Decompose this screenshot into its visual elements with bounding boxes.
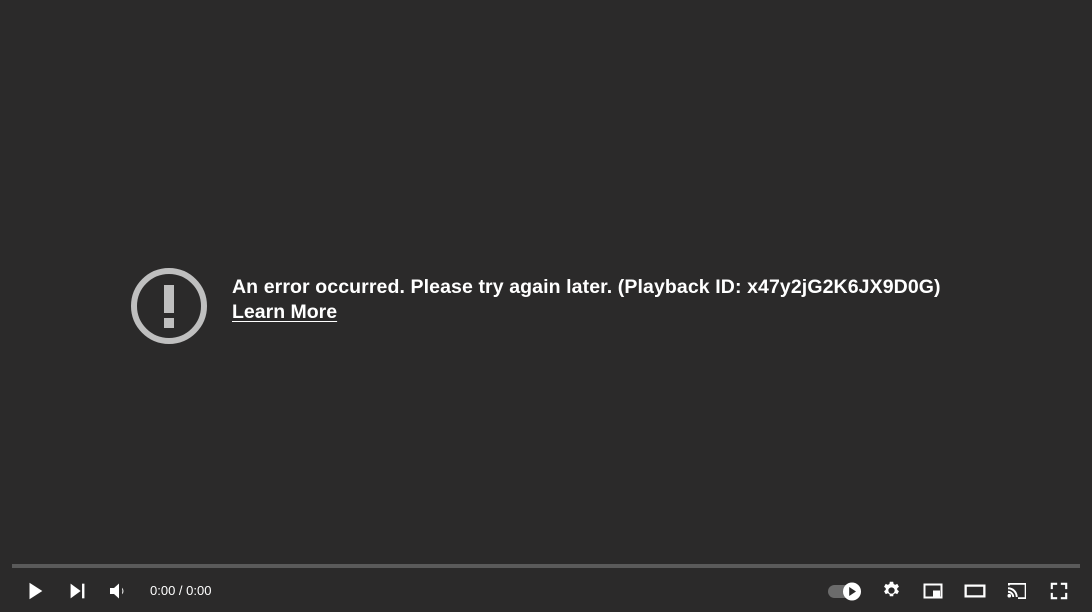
fullscreen-icon <box>1050 582 1068 599</box>
progress-track <box>12 564 1080 568</box>
miniplayer-icon <box>923 583 943 598</box>
volume-icon <box>110 583 124 598</box>
player-controls: 0:00 / 0:00 <box>0 564 1092 612</box>
next-track-icon <box>70 583 85 598</box>
control-buttons-row: 0:00 / 0:00 <box>0 569 1092 612</box>
theater-icon <box>964 584 986 597</box>
theater-mode-button[interactable] <box>954 569 996 612</box>
error-text-container: An error occurred. Please try again late… <box>232 265 941 324</box>
video-player: An error occurred. Please try again late… <box>0 0 1092 612</box>
cast-icon <box>1007 582 1026 599</box>
left-controls: 0:00 / 0:00 <box>0 569 217 612</box>
time-display: 0:00 / 0:00 <box>150 583 212 598</box>
play-icon <box>29 582 43 599</box>
error-exclamation-icon <box>128 265 210 347</box>
right-controls <box>818 569 1092 612</box>
error-overlay: An error occurred. Please try again late… <box>128 265 941 347</box>
settings-button[interactable] <box>870 569 912 612</box>
autoplay-toggle[interactable] <box>818 569 870 612</box>
cast-button[interactable] <box>996 569 1038 612</box>
play-button[interactable] <box>14 569 56 612</box>
gear-icon <box>883 581 899 597</box>
fullscreen-button[interactable] <box>1038 569 1080 612</box>
next-video-button[interactable] <box>56 569 98 612</box>
autoplay-toggle-icon <box>828 582 861 600</box>
error-message: An error occurred. Please try again late… <box>232 276 941 298</box>
miniplayer-button[interactable] <box>912 569 954 612</box>
learn-more-link[interactable]: Learn More <box>232 300 337 324</box>
volume-button[interactable] <box>98 569 140 612</box>
